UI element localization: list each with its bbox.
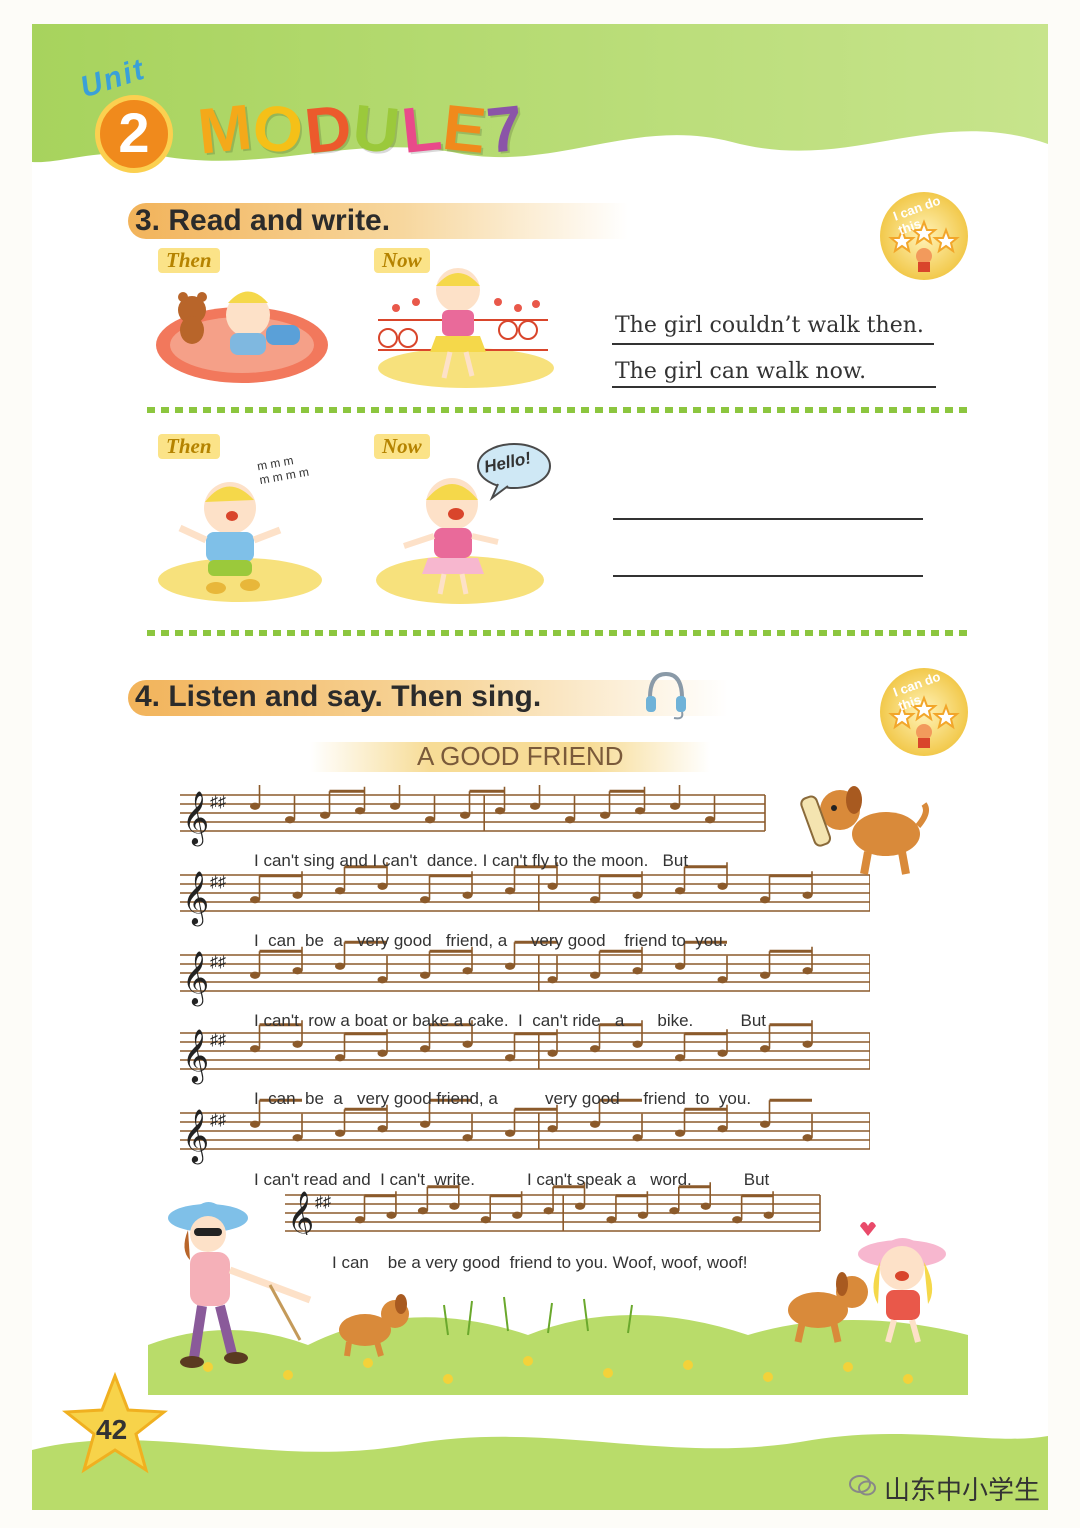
divider-dashed-1	[147, 407, 967, 413]
wechat-icon	[849, 1475, 876, 1496]
can-do-badge-1: I can do this	[880, 192, 968, 280]
write-line-4[interactable]	[613, 575, 923, 577]
module-title-letter: D	[301, 90, 357, 168]
svg-text:♯♯: ♯♯	[210, 794, 226, 811]
lyric-line-6: I can be a very good friend to you. Woof…	[332, 1253, 748, 1272]
write-line-2	[612, 386, 936, 388]
music-staff: 𝄞 ♯♯	[180, 862, 870, 926]
section3-title: 3. Read and write.	[135, 204, 391, 237]
headphones-icon	[646, 671, 686, 720]
can-do-badge-2: I can do this	[880, 668, 968, 756]
guide-dog-illustration	[339, 1294, 409, 1357]
module-title-letter: U	[349, 90, 406, 168]
svg-text:♯♯: ♯♯	[210, 954, 226, 971]
svg-text:𝄞: 𝄞	[182, 870, 209, 926]
unit-number-badge: 2	[95, 95, 173, 173]
now-label-2: Now	[374, 434, 430, 459]
lyric-line-3: I can't row a boat or bake a cake. I can…	[254, 1011, 767, 1030]
page-number: 42	[96, 1414, 128, 1445]
baby-crawling-illustration	[156, 291, 328, 383]
girl-with-dog-illustration	[788, 1222, 946, 1343]
lyric-line-2: I can be a very good friend, a very good…	[254, 931, 728, 950]
header-wave-decoration	[32, 24, 1048, 163]
svg-text:𝄞: 𝄞	[182, 790, 209, 846]
music-staff: 𝄞 ♯♯	[180, 785, 766, 846]
then-label-2: Then	[158, 434, 220, 459]
girl-walking-illustration	[378, 268, 554, 388]
lyric-line-4: I can be a very good friend, a very good…	[254, 1089, 752, 1108]
baby-babbling-illustration	[158, 482, 322, 602]
music-staff: 𝄞 ♯♯	[180, 1098, 870, 1164]
module-title-letter: 7	[483, 91, 529, 167]
module-title: MODULE7	[194, 90, 528, 168]
svg-text:𝄞: 𝄞	[182, 1028, 209, 1084]
svg-text:𝄞: 𝄞	[182, 950, 209, 1006]
dog-with-scroll-illustration	[800, 786, 929, 875]
girl-talking-illustration	[376, 478, 544, 604]
divider-dashed-2	[147, 630, 967, 636]
svg-text:♯♯: ♯♯	[210, 874, 226, 891]
svg-text:𝄞: 𝄞	[182, 1108, 209, 1164]
answer-line-2: The girl can walk now.	[615, 359, 867, 384]
svg-text:♯♯: ♯♯	[210, 1032, 226, 1049]
svg-text:♯♯: ♯♯	[210, 1112, 226, 1129]
music-staff: 𝄞 ♯♯	[285, 1182, 821, 1235]
write-line-3[interactable]	[613, 518, 923, 520]
section4-title: 4. Listen and say. Then sing.	[135, 680, 542, 713]
module-title-letter: M	[194, 90, 257, 168]
watermark-text: 山东中小学生	[884, 1476, 1041, 1506]
lyric-line-1: I can't sing and I can't dance. I can't …	[254, 851, 689, 870]
answer-line-1: The girl couldn’t walk then.	[615, 313, 924, 338]
music-staff: 𝄞 ♯♯	[180, 940, 870, 1006]
lyric-line-5: I can't read and I can't write. I can't …	[254, 1170, 770, 1189]
write-line-1	[612, 343, 934, 345]
then-label-1: Then	[158, 248, 220, 273]
song-title: A GOOD FRIEND	[417, 741, 624, 771]
module-title-letter: O	[249, 90, 309, 168]
man-with-cane-illustration	[168, 1202, 312, 1368]
